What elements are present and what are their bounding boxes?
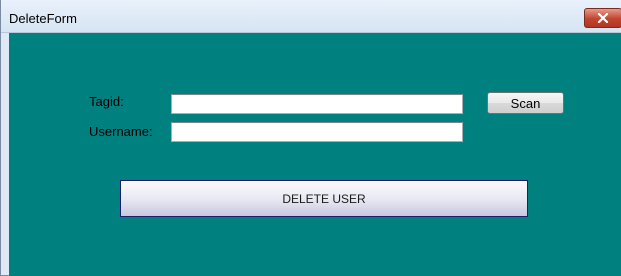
- close-button[interactable]: [584, 8, 621, 28]
- window-title: DeleteForm: [9, 11, 77, 26]
- username-label: Username:: [89, 124, 153, 139]
- tagid-label: Tagid:: [89, 94, 124, 109]
- scan-button[interactable]: Scan: [487, 92, 564, 114]
- form-client-area: Tagid: Scan Username: DELETE USER: [9, 33, 621, 276]
- delete-form-window: DeleteForm Tagid: Scan Username: DELETE …: [0, 0, 621, 276]
- username-input[interactable]: [171, 122, 463, 142]
- title-bar[interactable]: DeleteForm: [1, 0, 621, 33]
- close-icon: [597, 13, 609, 23]
- delete-user-button[interactable]: DELETE USER: [120, 180, 528, 217]
- tagid-input[interactable]: [171, 94, 463, 114]
